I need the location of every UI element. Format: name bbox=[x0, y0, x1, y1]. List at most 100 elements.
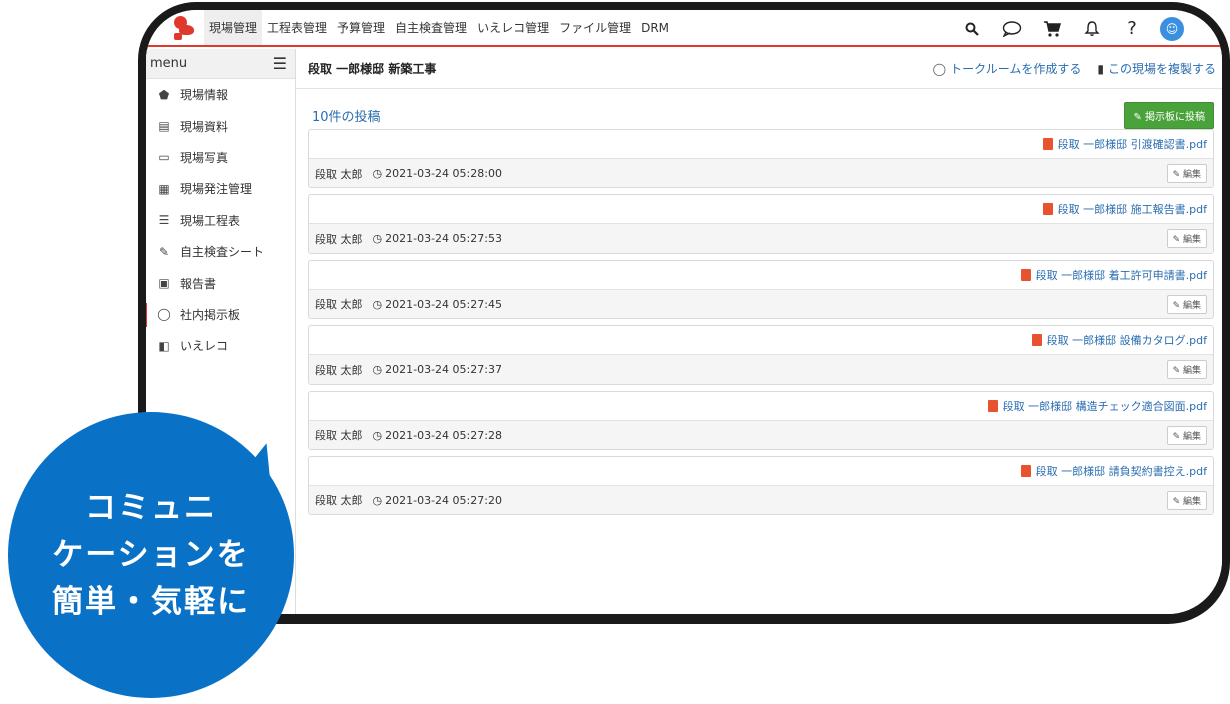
chat-bubble-icon: ◯ bbox=[157, 307, 171, 322]
main-content: 段取 一郎様邸 新築工事 ◯ トークルームを作成する ▮ この現場を複製する 1… bbox=[296, 49, 1222, 614]
house-record-icon: ◧ bbox=[158, 338, 170, 353]
post-timestamp: 2021-03-24 05:28:00 bbox=[385, 167, 502, 180]
sidebar-item-label: 現場写真 bbox=[180, 150, 229, 165]
speech-bubble: コミュニ ケーションを 簡単・気軽に bbox=[8, 412, 294, 698]
edit-label: 編集 bbox=[1182, 366, 1201, 377]
sidebar-item-report[interactable]: ▣ 報告書 bbox=[146, 267, 295, 298]
sidebar-item-label: 社内掲示板 bbox=[180, 307, 241, 322]
edit-button[interactable]: ✎ 編集 bbox=[1166, 294, 1207, 314]
nav-menu: 現場管理 工程表管理 予算管理 自主検査管理 いえレコ管理 ファイル管理 DRM bbox=[204, 10, 674, 45]
clock-icon: ◷ bbox=[372, 493, 383, 507]
pdf-icon bbox=[1042, 203, 1053, 216]
sidebar-item-bulletin-board[interactable]: ◯ 社内掲示板 bbox=[146, 299, 295, 330]
chat-bubble-icon[interactable] bbox=[992, 10, 1032, 47]
sidebar-item-label: 現場発注管理 bbox=[180, 182, 253, 197]
sidebar-item-label: 現場資料 bbox=[180, 119, 229, 134]
post-to-board-label: 掲示板に投稿 bbox=[1145, 111, 1205, 123]
attachment-link[interactable]: 段取 一郎様邸 着工許可申請書.pdf bbox=[1036, 267, 1207, 283]
sidebar-title: menu bbox=[150, 56, 188, 71]
edit-button[interactable]: ✎ 編集 bbox=[1166, 490, 1207, 510]
post-timestamp: 2021-03-24 05:27:45 bbox=[385, 297, 502, 311]
nav-item-inspection-management[interactable]: 自主検査管理 bbox=[390, 10, 472, 45]
edit-label: 編集 bbox=[1182, 235, 1201, 246]
bubble-text-line: コミュニ bbox=[85, 489, 217, 526]
chat-bubble-icon: ◯ bbox=[932, 61, 947, 76]
post-card: 段取 一郎様邸 設備カタログ.pdf 段取 太郎 ◷ 2021-03-24 05:2… bbox=[308, 325, 1214, 385]
create-talkroom-label: トークルームを作成する bbox=[950, 62, 1082, 76]
image-icon: ▭ bbox=[158, 150, 170, 165]
top-navigation: 現場管理 工程表管理 予算管理 自主検査管理 いえレコ管理 ファイル管理 DRM… bbox=[146, 10, 1222, 47]
bubble-text-line: 簡単・気軽に bbox=[52, 583, 250, 620]
sidebar-item-iereco[interactable]: ◧ いえレコ bbox=[146, 330, 295, 361]
nav-item-budget-management[interactable]: 予算管理 bbox=[332, 10, 390, 45]
help-icon[interactable]: ? bbox=[1112, 10, 1152, 47]
user-avatar[interactable]: ☺ bbox=[1152, 10, 1192, 47]
post-to-board-button[interactable]: ✎ 掲示板に投稿 bbox=[1124, 101, 1214, 129]
sidebar-item-inspection-sheet[interactable]: ✎ 自主検査シート bbox=[146, 236, 295, 267]
attachment-link[interactable]: 段取 一郎様邸 施工報告書.pdf bbox=[1058, 201, 1207, 217]
edit-button[interactable]: ✎ 編集 bbox=[1166, 360, 1207, 380]
pdf-icon bbox=[1042, 138, 1053, 150]
post-card: 段取 一郎様邸 請負契約書控え.pdf 段取 太郎 ◷ 2021-03-24 05:… bbox=[308, 455, 1214, 516]
sidebar-item-label: いえレコ bbox=[180, 339, 229, 354]
app-logo[interactable] bbox=[170, 15, 196, 40]
copy-icon: ▮ bbox=[1097, 61, 1104, 76]
sidebar-item-label: 現場情報 bbox=[180, 88, 229, 103]
hamburger-icon[interactable]: ☰ bbox=[273, 54, 287, 73]
house-icon: ⬟ bbox=[158, 87, 170, 102]
sidebar-item-site-info[interactable]: ⬟ 現場情報 bbox=[146, 79, 295, 110]
pdf-icon bbox=[1031, 334, 1042, 347]
create-talkroom-link[interactable]: ◯ トークルームを作成する bbox=[933, 60, 1082, 77]
edit-icon: ✎ bbox=[158, 244, 170, 259]
post-author: 段取 太郎 bbox=[315, 167, 363, 181]
edit-label: 編集 bbox=[1182, 496, 1201, 507]
edit-label: 編集 bbox=[1182, 300, 1201, 311]
post-timestamp: 2021-03-24 05:27:53 bbox=[385, 232, 502, 246]
calculator-icon: ▦ bbox=[158, 181, 170, 196]
nav-item-drm[interactable]: DRM bbox=[636, 10, 674, 45]
nav-item-site-management[interactable]: 現場管理 bbox=[204, 10, 263, 45]
attachment-link[interactable]: 段取 一郎様邸 請負契約書控え.pdf bbox=[1036, 463, 1207, 479]
sidebar-item-label: 現場工程表 bbox=[180, 213, 241, 228]
post-author: 段取 太郎 bbox=[315, 232, 363, 246]
cart-icon[interactable] bbox=[1032, 10, 1072, 47]
attachment-link[interactable]: 段取 一郎様邸 構造チェック適合図面.pdf bbox=[1003, 398, 1207, 414]
pdf-icon bbox=[987, 399, 998, 412]
bell-icon[interactable] bbox=[1072, 10, 1112, 47]
clock-icon: ◷ bbox=[372, 428, 383, 442]
clock-icon: ◷ bbox=[372, 232, 383, 246]
edit-button[interactable]: ✎ 編集 bbox=[1166, 164, 1207, 183]
post-author: 段取 太郎 bbox=[315, 298, 363, 312]
nav-item-file-management[interactable]: ファイル管理 bbox=[554, 10, 636, 45]
search-icon[interactable] bbox=[952, 10, 992, 47]
edit-label: 編集 bbox=[1182, 170, 1201, 180]
sidebar-item-label: 自主検査シート bbox=[180, 245, 265, 260]
post-card: 段取 一郎様邸 着工許可申請書.pdf 段取 太郎 ◷ 2021-03-24 05:… bbox=[308, 259, 1214, 320]
post-card: 段取 一郎様邸 構造チェック適合図面.pdf 段取 太郎 ◷ 2021-03-24 … bbox=[308, 390, 1214, 450]
edit-label: 編集 bbox=[1182, 431, 1201, 442]
pdf-icon bbox=[1020, 464, 1031, 477]
nav-item-iereco-management[interactable]: いえレコ管理 bbox=[472, 10, 554, 45]
post-author: 段取 太郎 bbox=[315, 494, 363, 508]
sidebar-header: menu ☰ bbox=[146, 49, 295, 79]
clock-icon: ◷ bbox=[372, 297, 383, 311]
attachment-link[interactable]: 段取 一郎様邸 設備カタログ.pdf bbox=[1047, 332, 1207, 348]
duplicate-site-link[interactable]: ▮ この現場を複製する bbox=[1097, 60, 1216, 77]
edit-button[interactable]: ✎ 編集 bbox=[1166, 425, 1207, 445]
duplicate-site-label: この現場を複製する bbox=[1107, 62, 1216, 76]
clock-icon: ◷ bbox=[372, 167, 383, 180]
nav-item-schedule-management[interactable]: 工程表管理 bbox=[262, 10, 332, 45]
post-author: 段取 太郎 bbox=[315, 363, 363, 377]
gantt-icon: ☰ bbox=[158, 213, 170, 228]
report-icon: ▣ bbox=[158, 276, 170, 291]
post-card: 段取 一郎様邸 引渡確認書.pdf 段取 太郎 ◷ 2021-03-24 05:28… bbox=[308, 129, 1214, 189]
edit-button[interactable]: ✎ 編集 bbox=[1166, 229, 1207, 249]
sidebar-item-site-documents[interactable]: ▤ 現場資料 bbox=[146, 110, 295, 141]
sidebar-item-site-photos[interactable]: ▭ 現場写真 bbox=[146, 142, 295, 173]
attachment-link[interactable]: 段取 一郎様邸 引渡確認書.pdf bbox=[1058, 136, 1207, 152]
nav-icons: ? ☺ bbox=[952, 10, 1192, 47]
post-timestamp: 2021-03-24 05:27:28 bbox=[385, 428, 502, 442]
sidebar-item-site-schedule[interactable]: ☰ 現場工程表 bbox=[146, 205, 295, 236]
post-timestamp: 2021-03-24 05:27:20 bbox=[385, 493, 502, 507]
sidebar-item-order-management[interactable]: ▦ 現場発注管理 bbox=[146, 173, 295, 204]
